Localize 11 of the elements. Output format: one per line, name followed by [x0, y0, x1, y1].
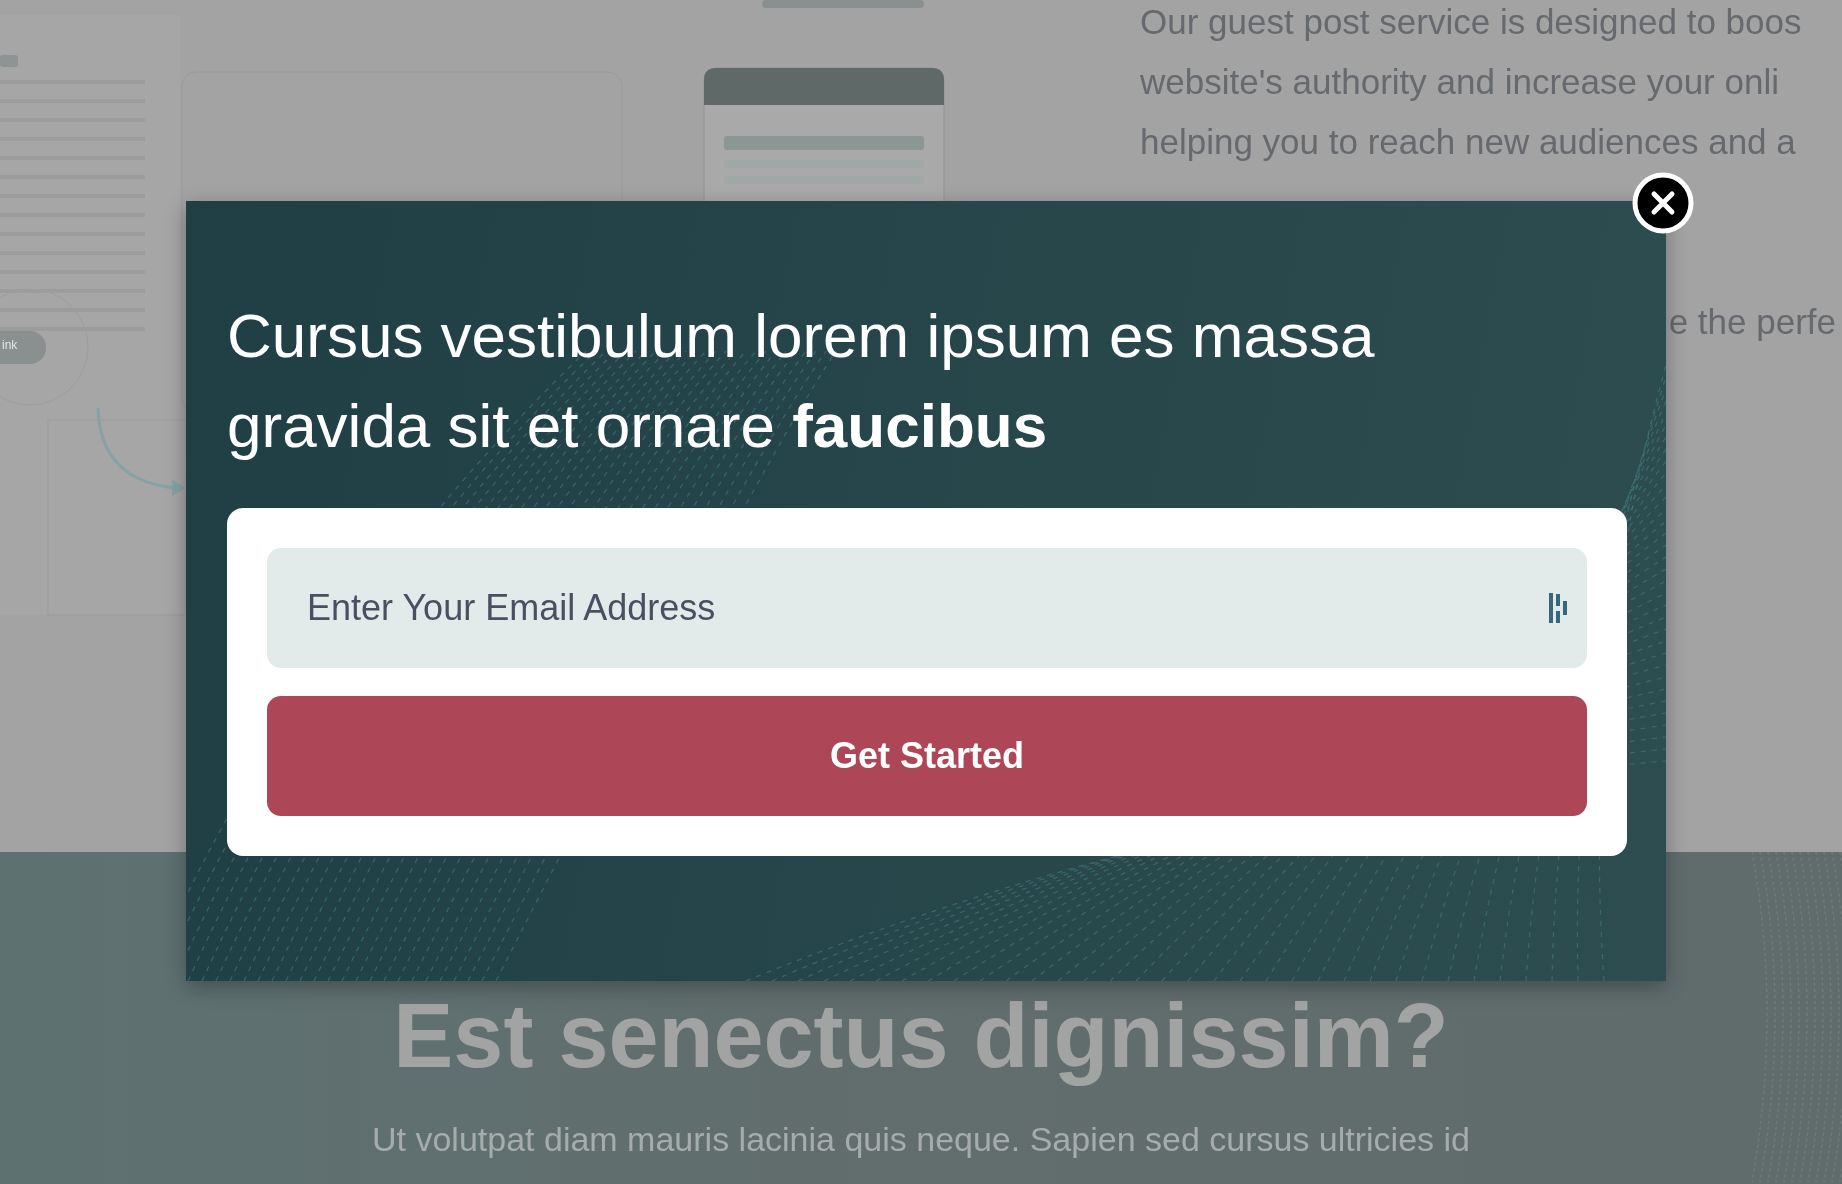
pill-label: ink [2, 338, 18, 352]
password-manager-icon[interactable] [1549, 593, 1569, 623]
paragraph-line: helping you to reach new audiences and a [1140, 121, 1797, 163]
modal-title: Cursus vestibulum lorem ipsum es massa gravida sit et ornare faucibus [227, 300, 1376, 462]
paragraph-line: website's authority and increase your onli [1140, 61, 1780, 103]
get-started-button[interactable]: Get Started [267, 696, 1587, 816]
paragraph-line: e the perfe [1668, 301, 1836, 343]
email-field[interactable]: Enter Your Email Address [267, 548, 1587, 668]
section-text: Ut volutpat diam mauris lacinia quis neque. Sapien sed cursus ultricies id [372, 1120, 1470, 1159]
paragraph-line: Our guest post service is designed to boos [1140, 1, 1802, 43]
section-heading: Est senectus dignissim? [393, 985, 1449, 1088]
